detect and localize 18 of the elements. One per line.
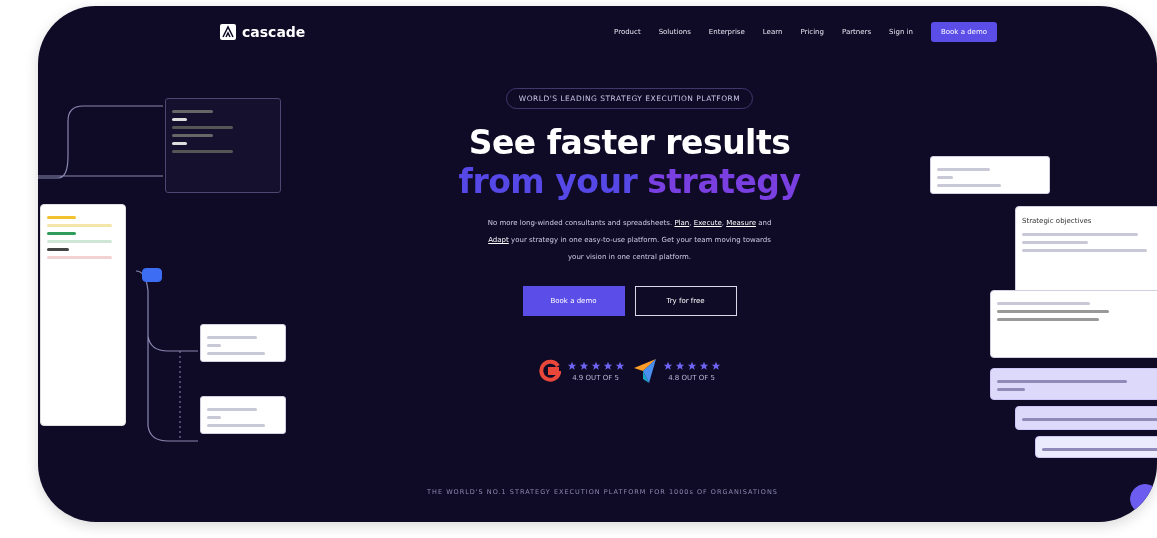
rating-logo-icon [632, 358, 657, 384]
logo-icon [220, 24, 236, 40]
star-icon [710, 360, 721, 371]
logo-text: cascade [242, 24, 306, 40]
hero-subtitle: strategy [647, 162, 801, 201]
hero-title: See faster results [468, 123, 791, 162]
star-icon [602, 360, 613, 371]
tag-drawing [142, 268, 162, 282]
star-icon [698, 360, 709, 371]
star-icon [566, 360, 577, 371]
rating-logo-icon [538, 359, 561, 383]
star-icon [686, 360, 697, 371]
star-icon [674, 360, 685, 371]
star-icon [662, 360, 673, 371]
star-icon [614, 360, 625, 371]
star-icon [578, 360, 589, 371]
hero-subtitle: from your [458, 162, 638, 201]
star-icon [590, 360, 601, 371]
